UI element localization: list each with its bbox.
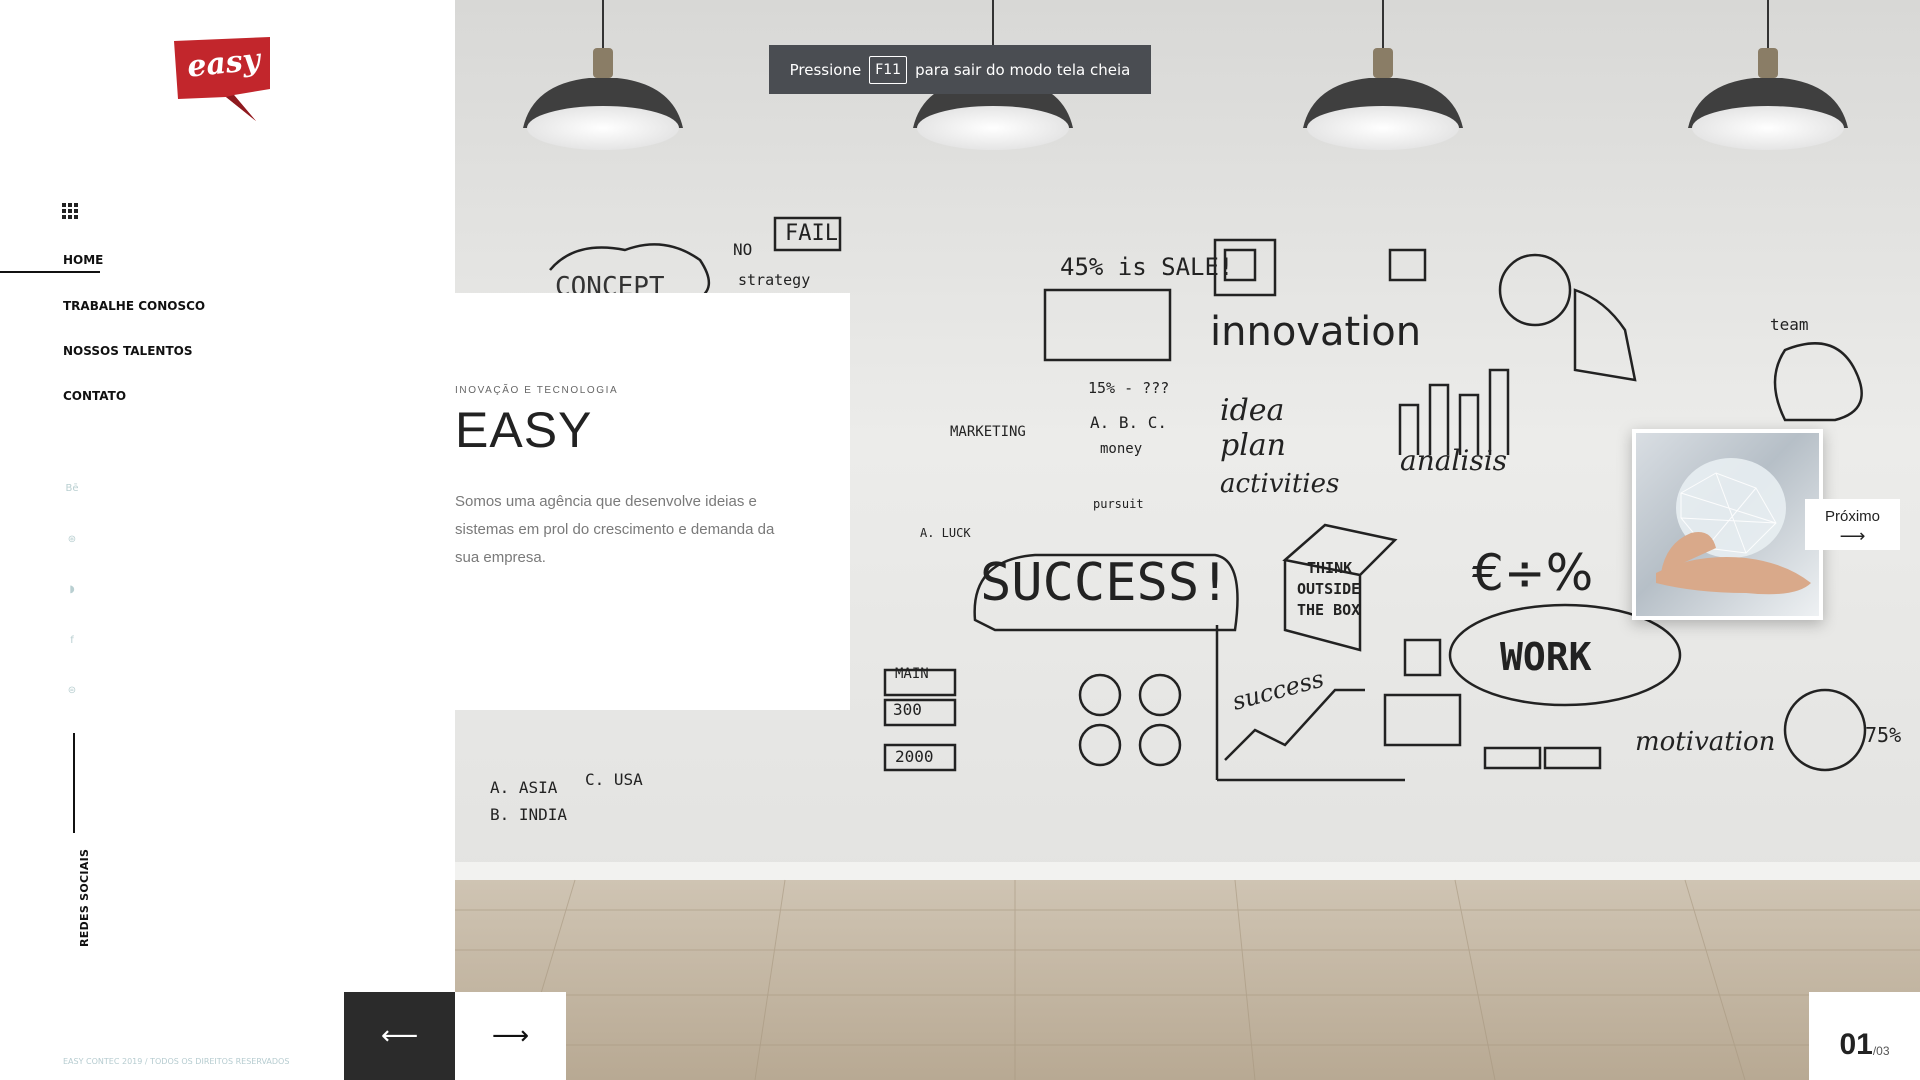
- doodle-main: MAIN: [895, 666, 929, 682]
- doodle-work: WORK: [1500, 635, 1592, 679]
- fullscreen-notice-after: para sair do modo tela cheia: [915, 60, 1131, 79]
- copyright: EASY CONTEC 2019 / TODOS OS DIREITOS RES…: [63, 1057, 290, 1066]
- nav-item-nossos-talentos[interactable]: NOSSOS TALENTOS: [63, 344, 192, 358]
- easy-logo[interactable]: easy: [174, 37, 274, 121]
- arrow-right-icon: ⟶: [491, 1021, 530, 1051]
- doodle-marketing: MARKETING: [950, 424, 1026, 440]
- rss-icon[interactable]: ◗: [65, 583, 79, 597]
- active-nav-underline: [0, 271, 100, 273]
- doodle-15: 15% - ???: [1088, 379, 1169, 397]
- slide-title: EASY: [455, 402, 593, 458]
- nav-item-contato[interactable]: CONTATO: [63, 389, 126, 403]
- globe-icon[interactable]: ⊜: [65, 684, 79, 698]
- slide-counter-current: 01: [1839, 1028, 1873, 1061]
- doodle-activities: activities: [1220, 469, 1339, 499]
- slide-counter-total: /03: [1872, 1044, 1890, 1058]
- doodle-no: NO: [733, 240, 752, 259]
- doodle-abc: A. B. C.: [1090, 413, 1167, 432]
- slide-description: Somos uma agência que desenvolve ideias …: [455, 493, 775, 566]
- behance-icon[interactable]: Bē: [65, 482, 79, 496]
- doodle-motivation: motivation: [1635, 727, 1775, 757]
- doodle-money: money: [1100, 441, 1142, 457]
- doodle-plan: plan: [1220, 428, 1286, 463]
- nav-item-trabalhe-conosco[interactable]: TRABALHE CONOSCO: [63, 299, 205, 313]
- doodle-75: 75%: [1865, 723, 1901, 747]
- doodle-outside: OUTSIDE: [1297, 580, 1360, 598]
- f11-key: F11: [869, 55, 908, 84]
- doodle-strategy: strategy: [738, 271, 810, 289]
- fullscreen-notice-before: Pressione: [789, 60, 862, 79]
- doodle-pursuit: pursuit: [1093, 497, 1144, 511]
- doodle-innovation: innovation: [1210, 309, 1421, 355]
- facebook-icon[interactable]: f: [65, 634, 79, 648]
- doodle-asia: A. ASIA: [490, 778, 558, 797]
- next-arrow-button[interactable]: ⟶: [455, 992, 566, 1080]
- social-divider: [73, 733, 75, 833]
- doodle-india: B. INDIA: [490, 805, 567, 824]
- doodle-thebox: THE BOX: [1297, 601, 1360, 619]
- doodle-300: 300: [893, 700, 922, 719]
- doodle-euro: €÷%: [1472, 544, 1593, 602]
- doodle-fail: FAIL: [785, 221, 838, 246]
- doodle-sale: 45% is SALE!: [1060, 253, 1233, 281]
- arrow-left-icon: ⟵: [380, 1021, 419, 1051]
- slide-content-card: INOVAÇÃO E TECNOLOGIA EASY Somos uma agê…: [455, 293, 850, 710]
- sidebar: easy HOME TRABALHE CONOSCO NOSSOS TALENT…: [0, 0, 455, 1080]
- dribbble-icon[interactable]: ⊛: [65, 533, 79, 547]
- nav-item-home[interactable]: HOME: [63, 253, 103, 267]
- doodle-idea: idea: [1220, 393, 1284, 428]
- slide-subtitle: INOVAÇÃO E TECNOLOGIA: [455, 385, 619, 396]
- doodle-2000: 2000: [895, 747, 934, 766]
- redes-sociais-label: REDES SOCIAIS: [78, 848, 91, 947]
- fullscreen-notice: Pressione F11 para sair do modo tela che…: [769, 45, 1151, 94]
- doodle-luck: A. LUCK: [920, 526, 971, 540]
- doodle-team: team: [1770, 315, 1809, 334]
- next-label: Próximo: [1824, 508, 1880, 525]
- prev-arrow-button[interactable]: ⟵: [344, 992, 455, 1080]
- arrow-right-icon: ⟶: [1839, 526, 1866, 546]
- doodle-success: SUCCESS!: [980, 553, 1230, 613]
- next-slide-button[interactable]: Próximo ⟶: [1805, 499, 1900, 550]
- doodle-usa: C. USA: [585, 770, 643, 789]
- next-slide-thumbnail[interactable]: [1632, 429, 1823, 620]
- slide-counter: 01 /03: [1809, 992, 1920, 1080]
- grid-menu-icon[interactable]: [62, 203, 78, 219]
- thumbnail-image: [1636, 433, 1819, 616]
